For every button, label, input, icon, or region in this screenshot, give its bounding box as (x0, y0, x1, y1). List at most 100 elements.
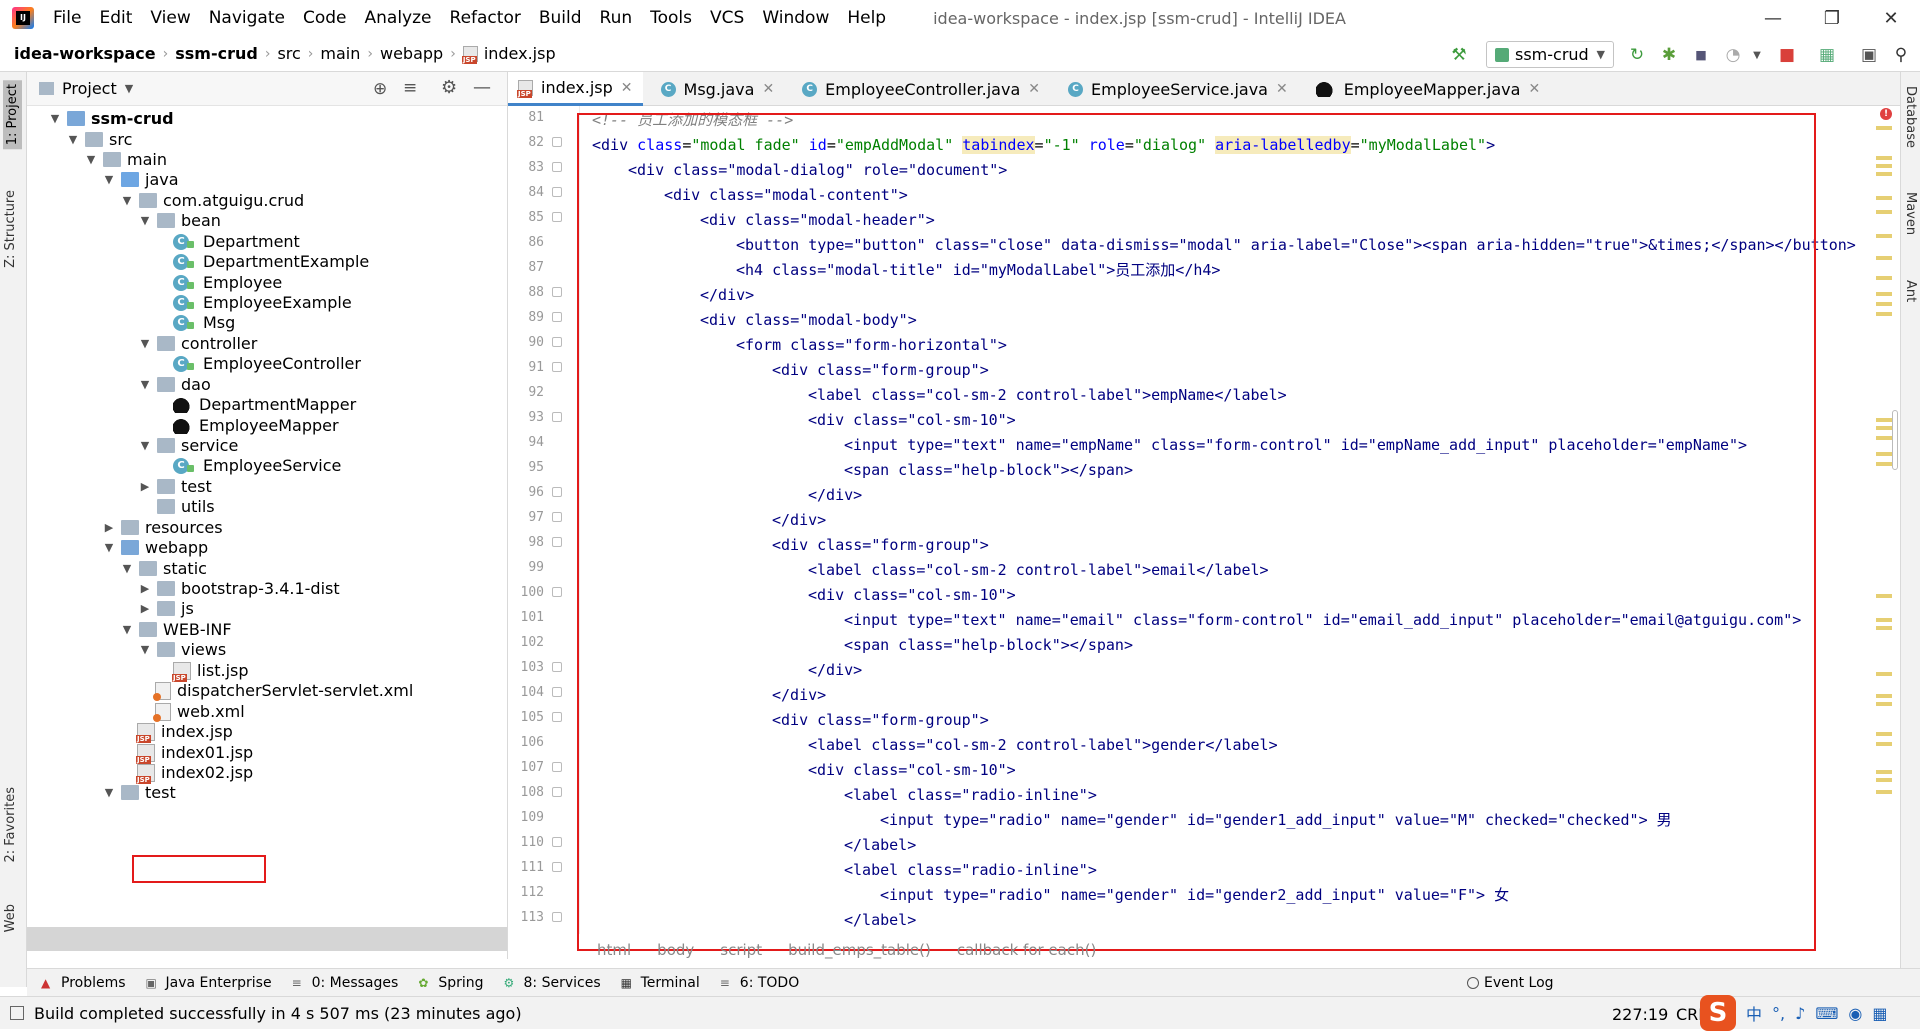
crumb-webapp[interactable]: webapp (380, 44, 443, 63)
expand-arrow-icon[interactable]: ▼ (137, 439, 153, 452)
locate-icon[interactable]: ⊕ (373, 79, 387, 99)
menu-navigate[interactable]: Navigate (200, 0, 294, 36)
toolbox-icon[interactable]: ▦ (1872, 1004, 1887, 1023)
tool-todo[interactable]: ≡ 6: TODO (720, 975, 799, 991)
expand-arrow-icon[interactable]: ▼ (137, 643, 153, 656)
tool-terminal[interactable]: ▦ Terminal (621, 975, 700, 991)
tab-ant[interactable]: Ant (1903, 280, 1918, 302)
fold-marker-icon[interactable] (552, 662, 562, 672)
fold-marker-icon[interactable] (552, 712, 562, 722)
keyboard-icon[interactable]: ⌨ (1815, 1004, 1838, 1023)
profiler-icon[interactable]: ◔ (1722, 44, 1744, 66)
menu-view[interactable]: View (141, 0, 199, 36)
warning-marker[interactable] (1876, 436, 1892, 440)
tree-node[interactable]: ▼ test (101, 780, 176, 805)
warning-marker[interactable] (1876, 426, 1892, 430)
crumb-main[interactable]: main (320, 44, 360, 63)
expand-arrow-icon[interactable]: ▶ (137, 582, 153, 595)
warning-marker[interactable] (1876, 164, 1892, 168)
fold-marker-icon[interactable] (552, 337, 562, 347)
expand-arrow-icon[interactable]: ▼ (101, 541, 117, 554)
tab-employee-service[interactable]: C EmployeeService.java ✕ (1058, 72, 1298, 106)
fold-marker-icon[interactable] (552, 137, 562, 147)
warning-marker[interactable] (1876, 462, 1892, 466)
tab-favorites[interactable]: 2: Favorites (3, 787, 18, 863)
fold-marker-icon[interactable] (552, 787, 562, 797)
warning-marker[interactable] (1876, 790, 1892, 794)
editor-scroll-thumb[interactable] (1892, 410, 1898, 470)
fold-marker-icon[interactable] (552, 362, 562, 372)
warning-marker[interactable] (1876, 732, 1892, 736)
error-indicator-icon[interactable]: ! (1880, 108, 1892, 120)
tool-spring[interactable]: ✿ Spring (418, 975, 483, 991)
ime-toolbar[interactable]: S 中 °, ♪ ⌨ ◉ ▦ (1700, 995, 1888, 1031)
tab-employee-controller[interactable]: C EmployeeController.java ✕ (792, 72, 1050, 106)
tab-maven[interactable]: Maven (1903, 192, 1918, 235)
expand-arrow-icon[interactable]: ▼ (101, 786, 117, 799)
tool-window-toggle-icon[interactable] (10, 1006, 24, 1020)
menu-tools[interactable]: Tools (641, 0, 701, 36)
tool-java-enterprise[interactable]: ▣ Java Enterprise (146, 975, 272, 991)
menu-vcs[interactable]: VCS (701, 0, 753, 36)
menu-window[interactable]: Window (753, 0, 838, 36)
menu-help[interactable]: Help (838, 0, 895, 36)
warning-marker[interactable] (1876, 594, 1892, 598)
warning-marker[interactable] (1876, 210, 1892, 214)
expand-arrow-icon[interactable]: ▼ (137, 337, 153, 350)
warning-marker[interactable] (1876, 452, 1892, 456)
warning-marker[interactable] (1876, 778, 1892, 782)
tool-problems[interactable]: ▲ Problems (41, 975, 126, 991)
fold-marker-icon[interactable] (552, 537, 562, 547)
expand-arrow-icon[interactable]: ▼ (137, 214, 153, 227)
collapse-all-icon[interactable]: ≡ (403, 78, 417, 98)
menu-code[interactable]: Code (294, 0, 356, 36)
punctuation-icon[interactable]: °, (1772, 1004, 1785, 1023)
close-window-icon[interactable]: ✕ (1862, 0, 1920, 36)
restore-icon[interactable]: ❐ (1803, 0, 1861, 36)
tab-database[interactable]: Database (1903, 86, 1918, 148)
chevron-down-icon[interactable]: ▼ (1746, 44, 1768, 66)
warning-marker[interactable] (1876, 156, 1892, 160)
tab-project[interactable]: 1: Project (3, 80, 22, 150)
warning-marker[interactable] (1876, 618, 1892, 622)
close-icon[interactable]: ✕ (621, 80, 633, 96)
expand-arrow-icon[interactable]: ▼ (119, 623, 135, 636)
warning-marker[interactable] (1876, 694, 1892, 698)
project-panel-title[interactable]: Project (62, 79, 117, 98)
search-icon[interactable]: ⚲ (1890, 44, 1912, 66)
menu-file[interactable]: File (44, 0, 90, 36)
menu-edit[interactable]: Edit (90, 0, 141, 36)
expand-arrow-icon[interactable]: ▼ (83, 153, 99, 166)
close-icon[interactable]: ✕ (762, 81, 774, 97)
warning-marker[interactable] (1876, 312, 1892, 316)
tab-index-jsp[interactable]: index.jsp ✕ (508, 72, 643, 106)
breadcrumb-item[interactable]: html (597, 941, 631, 959)
debug-icon[interactable]: ✱ (1658, 44, 1680, 66)
expand-arrow-icon[interactable]: ▼ (47, 112, 63, 125)
stop-icon[interactable]: ■ (1776, 44, 1798, 66)
warning-marker[interactable] (1876, 276, 1892, 280)
tool-messages[interactable]: ≡ 0: Messages (292, 975, 399, 991)
warning-marker[interactable] (1876, 672, 1892, 676)
menu-run[interactable]: Run (591, 0, 642, 36)
crumb-file[interactable]: index.jsp (484, 44, 556, 63)
run-config-select[interactable]: ssm-crud ▼ (1486, 41, 1614, 68)
microphone-icon[interactable]: ♪ (1795, 1004, 1805, 1023)
warning-marker[interactable] (1876, 126, 1892, 130)
menu-build[interactable]: Build (530, 0, 591, 36)
fold-marker-icon[interactable] (552, 912, 562, 922)
fold-marker-icon[interactable] (552, 587, 562, 597)
warning-marker[interactable] (1876, 742, 1892, 746)
tab-msg-java[interactable]: C Msg.java ✕ (651, 72, 785, 106)
warning-marker[interactable] (1876, 302, 1892, 306)
crumb-src[interactable]: src (277, 44, 300, 63)
close-icon[interactable]: ✕ (1276, 81, 1288, 97)
menu-refactor[interactable]: Refactor (441, 0, 530, 36)
warning-marker[interactable] (1876, 292, 1892, 296)
warning-marker[interactable] (1876, 234, 1892, 238)
sogou-ime-icon[interactable]: S (1700, 995, 1736, 1031)
warning-marker[interactable] (1876, 702, 1892, 706)
breadcrumb-item[interactable]: build_emps_table() (788, 941, 931, 959)
event-log-button[interactable]: Event Log (1467, 975, 1554, 991)
tab-web[interactable]: Web (3, 904, 18, 932)
